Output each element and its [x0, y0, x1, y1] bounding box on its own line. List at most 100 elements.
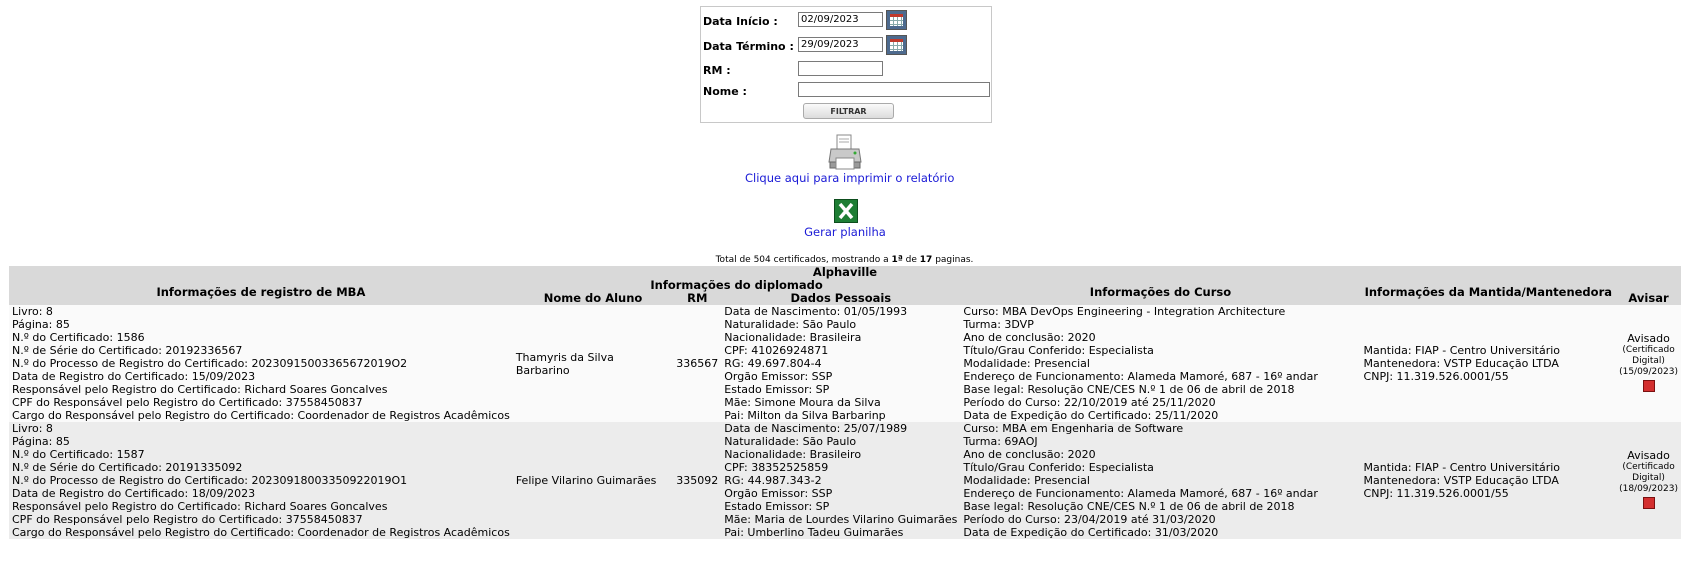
mba-line: N.º do Processo de Registro do Certifica…: [12, 474, 408, 487]
pagination-summary: Total de 504 certificados, mostrando a 1…: [0, 255, 1689, 265]
mantida-line: Mantenedora: VSTP Educação LTDA: [1363, 474, 1559, 487]
delete-icon[interactable]: [1642, 497, 1655, 509]
personal-line: Mãe: Simone Moura da Silva: [724, 396, 881, 409]
rm-input[interactable]: [798, 61, 883, 76]
col-dados-header: Dados Pessoais: [721, 292, 961, 305]
unit-title: Alphaville: [9, 266, 1681, 279]
course-line: Título/Grau Conferido: Especialista: [963, 461, 1154, 474]
student-rm: 336567: [673, 305, 722, 422]
filter-panel: Data Início : 02/09/2023 Data Término : …: [700, 6, 992, 123]
cert-type-line2: Digital): [1632, 473, 1665, 483]
avisado-status: Avisado: [1627, 449, 1670, 462]
avisar-cell: Avisado (Certificado Digital) (18/09/202…: [1616, 422, 1681, 539]
print-report-link[interactable]: Clique aqui para imprimir o relatório: [745, 171, 954, 185]
course-info-cell: Curso: MBA em Engenharia de Software Tur…: [960, 422, 1361, 539]
course-line: Período do Curso: 23/04/2019 até 31/03/2…: [963, 513, 1216, 526]
printer-icon[interactable]: [828, 134, 862, 171]
personal-line: CPF: 41026924871: [724, 344, 829, 357]
table-row: Livro: 8 Página: 85 N.º do Certificado: …: [9, 305, 1681, 422]
end-date-input[interactable]: 29/09/2023: [798, 37, 883, 52]
course-line: Ano de conclusão: 2020: [963, 448, 1096, 461]
mantida-line: CNPJ: 11.319.526.0001/55: [1363, 370, 1509, 383]
filter-button[interactable]: FILTRAR: [803, 103, 894, 119]
end-calendar-icon[interactable]: [886, 35, 907, 55]
mba-line: N.º do Certificado: 1587: [12, 448, 145, 461]
course-line: Turma: 69AOJ: [963, 435, 1038, 448]
personal-line: RG: 49.697.804-4: [724, 357, 822, 370]
cert-type-line1: (Certificado: [1622, 462, 1675, 472]
col-nome-header: Nome do Aluno: [512, 292, 674, 305]
course-line: Curso: MBA em Engenharia de Software: [963, 422, 1184, 435]
total-pages: 17: [919, 255, 933, 265]
mba-line: Data de Registro do Certificado: 15/09/2…: [12, 370, 256, 383]
personal-line: RG: 44.987.343-2: [724, 474, 822, 487]
mba-line: Página: 85: [12, 435, 70, 448]
avisado-date: (18/09/2023): [1619, 484, 1678, 494]
student-name: Felipe Vilarino Guimarães: [512, 422, 674, 539]
end-date-label: Data Término :: [703, 40, 794, 53]
cert-type-line2: Digital): [1632, 356, 1665, 366]
col-mba-header: Informações de registro de MBA: [9, 279, 513, 305]
delete-icon[interactable]: [1642, 380, 1655, 392]
mantida-info-cell: Mantida: FIAP - Centro Universitário Man…: [1360, 305, 1617, 422]
personal-line: Mãe: Maria de Lourdes Vilarino Guimarães: [724, 513, 958, 526]
course-line: Período do Curso: 22/10/2019 até 25/11/2…: [963, 396, 1216, 409]
mba-info-cell: Livro: 8 Página: 85 N.º do Certificado: …: [9, 422, 513, 539]
mba-line: N.º do Processo de Registro do Certifica…: [12, 357, 408, 370]
personal-line: Pai: Milton da Silva Barbarinp: [724, 409, 886, 422]
student-name: Thamyris da Silva Barbarino: [512, 305, 674, 422]
nome-row: Nome :: [701, 80, 991, 100]
course-line: Endereço de Funcionamento: Alameda Mamor…: [963, 487, 1318, 500]
mba-line: N.º de Série do Certificado: 20192336567: [12, 344, 243, 357]
course-line: Base legal: Resolução CNE/CES N.º 1 de 0…: [963, 500, 1295, 513]
start-date-label: Data Início :: [703, 15, 778, 28]
mba-line: Cargo do Responsável pelo Registro do Ce…: [12, 526, 510, 539]
avisado-date: (15/09/2023): [1619, 367, 1678, 377]
rm-row: RM :: [701, 59, 991, 79]
personal-line: Data de Nascimento: 01/05/1993: [724, 305, 908, 318]
personal-data-cell: Data de Nascimento: 01/05/1993 Naturalid…: [721, 305, 961, 422]
total-prefix: Total de 504 certificados, mostrando a: [715, 255, 892, 265]
personal-line: Pai: Umberlino Tadeu Guimarães: [724, 526, 904, 539]
col-mantida-header: Informações da Mantida/Mantenedora: [1360, 279, 1617, 305]
table-row: Livro: 8 Página: 85 N.º do Certificado: …: [9, 422, 1681, 539]
start-date-input[interactable]: 02/09/2023: [798, 12, 883, 27]
excel-icon[interactable]: [834, 199, 858, 223]
mantida-line: CNPJ: 11.319.526.0001/55: [1363, 487, 1509, 500]
avisado-status: Avisado: [1627, 332, 1670, 345]
course-line: Curso: MBA DevOps Engineering - Integrat…: [963, 305, 1286, 318]
mba-line: Livro: 8: [12, 422, 53, 435]
col-curso-header: Informações do Curso: [960, 279, 1361, 305]
mba-line: Cargo do Responsável pelo Registro do Ce…: [12, 409, 510, 422]
rm-label: RM :: [703, 64, 731, 77]
mba-line: N.º de Série do Certificado: 20191335092: [12, 461, 243, 474]
start-calendar-icon[interactable]: [886, 10, 907, 30]
total-middle: de: [902, 255, 920, 265]
end-date-row: Data Término : 29/09/2023: [701, 35, 991, 55]
mantida-line: Mantida: FIAP - Centro Universitário: [1363, 461, 1561, 474]
course-line: Turma: 3DVP: [963, 318, 1034, 331]
course-line: Base legal: Resolução CNE/CES N.º 1 de 0…: [963, 383, 1295, 396]
personal-line: CPF: 38352525859: [724, 461, 829, 474]
generate-spreadsheet-link[interactable]: Gerar planilha: [795, 225, 895, 239]
student-rm: 335092: [673, 422, 722, 539]
personal-line: Orgão Emissor: SSP: [724, 487, 833, 500]
personal-line: Nacionalidade: Brasileiro: [724, 448, 862, 461]
avisar-cell: Avisado (Certificado Digital) (15/09/202…: [1616, 305, 1681, 422]
start-date-row: Data Início : 02/09/2023: [701, 10, 991, 30]
course-line: Endereço de Funcionamento: Alameda Mamor…: [963, 370, 1318, 383]
certificates-table: Alphaville Informações de registro de MB…: [9, 266, 1681, 539]
course-line: Data de Expedição do Certificado: 31/03/…: [963, 526, 1219, 539]
mba-line: Responsável pelo Registro do Certificado…: [12, 500, 388, 513]
course-line: Título/Grau Conferido: Especialista: [963, 344, 1154, 357]
course-line: Modalidade: Presencial: [963, 474, 1090, 487]
mba-info-cell: Livro: 8 Página: 85 N.º do Certificado: …: [9, 305, 513, 422]
personal-line: Estado Emissor: SP: [724, 383, 830, 396]
mantida-line: Mantenedora: VSTP Educação LTDA: [1363, 357, 1559, 370]
mba-line: Livro: 8: [12, 305, 53, 318]
personal-line: Estado Emissor: SP: [724, 500, 830, 513]
nome-label: Nome :: [703, 85, 747, 98]
personal-line: Orgão Emissor: SSP: [724, 370, 833, 383]
nome-input[interactable]: [798, 82, 990, 97]
mba-line: N.º do Certificado: 1586: [12, 331, 145, 344]
